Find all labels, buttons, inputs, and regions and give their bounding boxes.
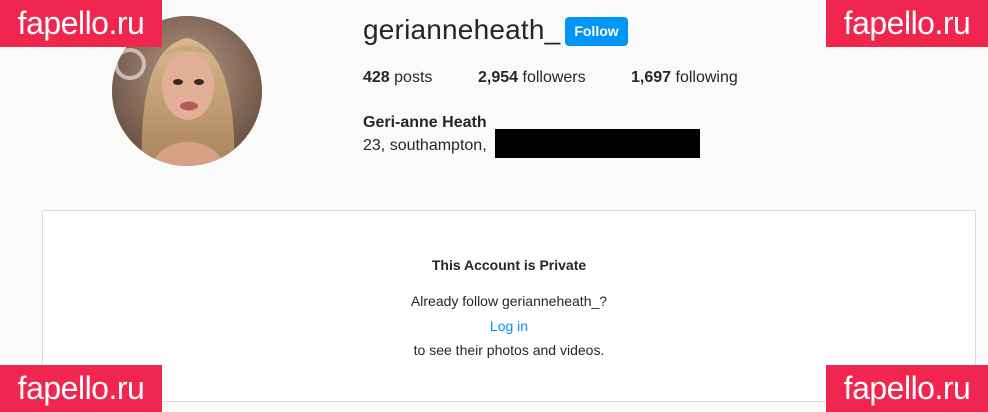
following-label: following [675,69,738,86]
stat-followers[interactable]: 2,954 followers [478,69,586,87]
profile-username: gerianneheath_ [363,14,561,45]
login-link[interactable]: Log in [490,318,528,334]
private-subtext: to see their photos and videos. [413,342,605,358]
following-count: 1,697 [631,69,672,86]
redaction-bar [495,129,700,158]
followers-label: followers [522,69,586,86]
watermark-bottom-right: fapello.ru [826,365,988,412]
stat-following[interactable]: 1,697 following [631,69,738,87]
profile-bio: 23, southampton, [363,137,487,154]
profile-full-name: Geri-anne Heath [363,114,487,131]
private-prompt: Already follow gerianneheath_? [410,293,608,309]
posts-label: posts [394,69,433,86]
stat-posts[interactable]: 428 posts [363,69,432,87]
watermark-top-right: fapello.ru [826,0,988,47]
follow-button[interactable]: Follow [565,17,628,46]
watermark-top-left: fapello.ru [0,0,162,47]
followers-count: 2,954 [478,69,519,86]
login-row: Log in [43,318,975,334]
posts-count: 428 [363,69,390,86]
watermark-bottom-left: fapello.ru [0,365,162,412]
private-title: This Account is Private [431,257,587,273]
